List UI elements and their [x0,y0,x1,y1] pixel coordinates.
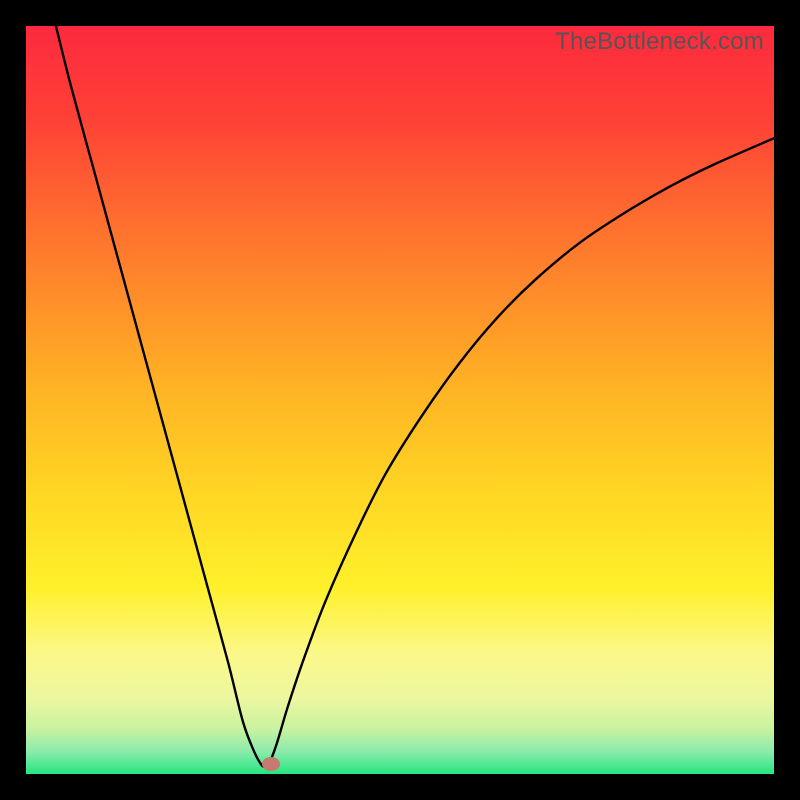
plot-area: TheBottleneck.com [26,26,774,774]
bottleneck-curve [26,26,774,774]
chart-frame: TheBottleneck.com [0,0,800,800]
optimal-point-marker [262,757,280,771]
watermark-text: TheBottleneck.com [555,28,764,56]
